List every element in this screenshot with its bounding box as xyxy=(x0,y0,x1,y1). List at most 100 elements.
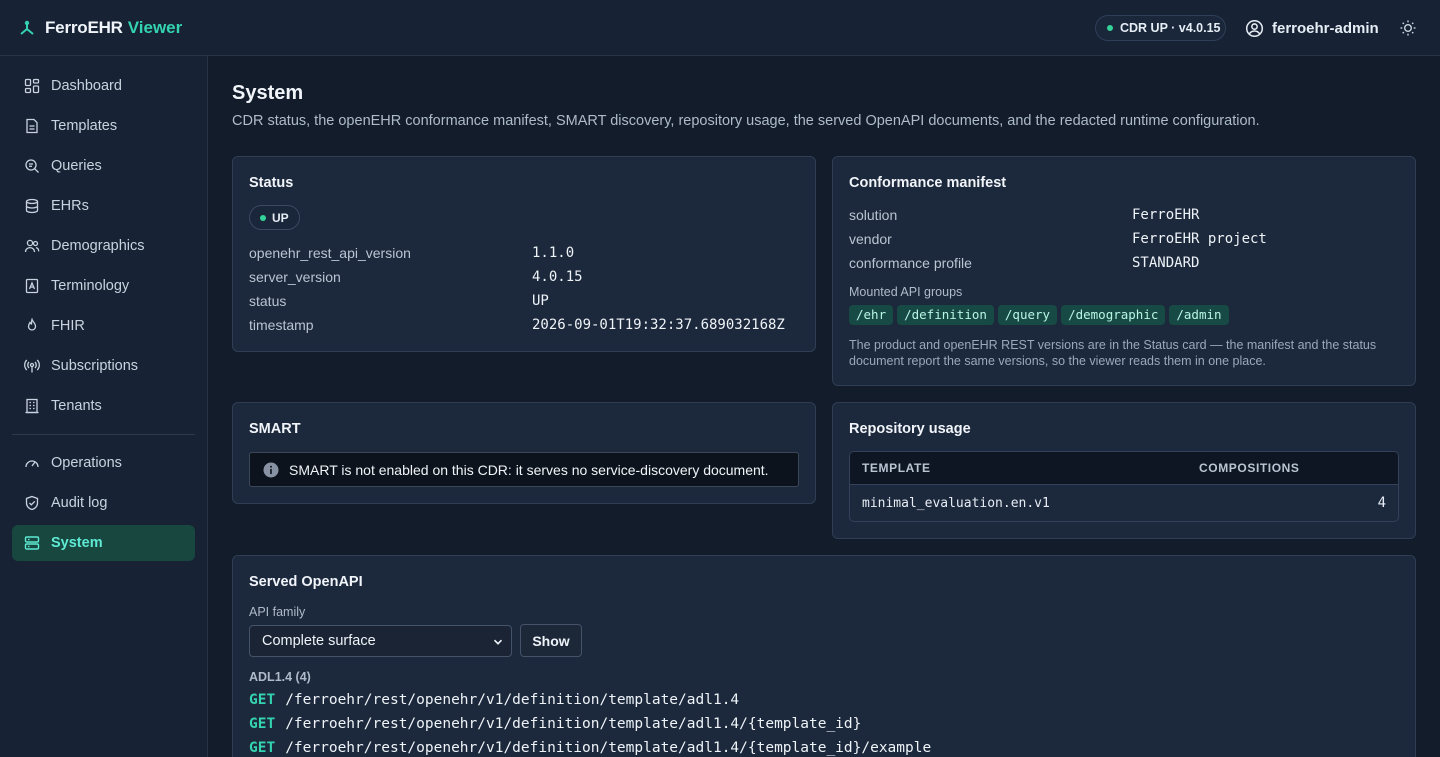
status-card-title: Status xyxy=(249,175,294,191)
http-method: GET xyxy=(249,716,276,732)
status-dot-icon xyxy=(260,214,266,221)
smart-card: SMART SMART is not enabled on this CDR: … xyxy=(232,402,816,504)
username: ferroehr-admin xyxy=(1272,19,1379,37)
endpoint-path: /ferroehr/rest/openehr/v1/definition/tem… xyxy=(285,716,862,732)
http-method: GET xyxy=(249,692,276,708)
sidebar-item-audit-log[interactable]: Audit log xyxy=(12,485,195,521)
ehrs-icon xyxy=(25,198,39,214)
demographics-icon xyxy=(24,239,40,253)
api-family-selected-value: Complete surface xyxy=(262,633,376,649)
sidebar-item-demographics[interactable]: Demographics xyxy=(12,228,195,264)
status-row-value: 2026-09-01T19:32:37.689032168Z xyxy=(532,317,785,333)
sidebar-item-subscriptions[interactable]: Subscriptions xyxy=(12,348,195,384)
status-row-label: openehr_rest_api_version xyxy=(249,245,411,261)
table-header: TEMPLATE COMPOSITIONS xyxy=(850,452,1398,485)
fhir-icon xyxy=(27,318,37,331)
repository-table: TEMPLATE COMPOSITIONS minimal_evaluation… xyxy=(849,451,1399,522)
column-header-compositions[interactable]: COMPOSITIONS xyxy=(1199,461,1300,475)
conformance-note: The product and openEHR REST versions ar… xyxy=(849,338,1377,368)
page-subtitle: CDR status, the openEHR conformance mani… xyxy=(232,113,1260,129)
status-badge: UP xyxy=(249,205,300,230)
api-group-chip: /definition xyxy=(897,305,994,325)
templates-icon xyxy=(26,118,38,134)
api-groups: /ehr /definition /query /demographic /ad… xyxy=(849,305,1233,325)
repository-card-title: Repository usage xyxy=(849,421,971,437)
column-header-template[interactable]: TEMPLATE xyxy=(862,461,931,475)
sidebar-item-label: Subscriptions xyxy=(51,358,139,374)
dashboard-icon xyxy=(24,78,40,94)
status-row-value: UP xyxy=(532,293,549,309)
sidebar-item-system[interactable]: System xyxy=(12,525,195,561)
status-row-label: status xyxy=(249,293,287,309)
sidebar-item-label: FHIR xyxy=(51,318,85,334)
sidebar-divider xyxy=(12,434,195,435)
status-card: Status UP openehr_rest_api_version 1.1.0… xyxy=(232,156,816,352)
sidebar-item-fhir[interactable]: FHIR xyxy=(12,308,195,344)
endpoint-path: /ferroehr/rest/openehr/v1/definition/tem… xyxy=(285,692,740,708)
api-family-label: API family xyxy=(249,605,306,619)
status-row-value: 4.0.15 xyxy=(532,269,583,285)
user-menu[interactable]: ferroehr-admin xyxy=(1245,17,1379,39)
sidebar-item-label: Templates xyxy=(51,118,118,134)
conformance-card-title: Conformance manifest xyxy=(849,175,1007,191)
status-row-label: timestamp xyxy=(249,317,314,333)
compositions-count-cell: 4 xyxy=(1377,495,1386,511)
openapi-card-title: Served OpenAPI xyxy=(249,574,363,590)
api-group-chip: /query xyxy=(997,305,1058,325)
endpoint-row[interactable]: GET/ferroehr/rest/openehr/v1/definition/… xyxy=(249,692,739,708)
top-bar: FerroEHR Viewer CDR UP · v4.0.15 ferroeh… xyxy=(0,0,1440,56)
sidebar-item-label: System xyxy=(51,535,103,551)
cdr-status-badge: CDR UP · v4.0.15 xyxy=(1095,15,1226,41)
status-row-label: server_version xyxy=(249,269,341,285)
api-group-chip: /admin xyxy=(1169,305,1229,325)
brand[interactable]: FerroEHR Viewer xyxy=(18,17,182,39)
chevron-down-icon xyxy=(493,639,503,645)
api-groups-label: Mounted API groups xyxy=(849,285,963,299)
sidebar-item-label: EHRs xyxy=(51,198,89,214)
status-badge-text: UP xyxy=(272,210,289,225)
show-button[interactable]: Show xyxy=(520,624,582,657)
theme-toggle-sun-icon[interactable] xyxy=(1399,19,1417,37)
sidebar: Dashboard Templates Queries EHRs Demogra… xyxy=(0,56,208,757)
sidebar-item-label: Terminology xyxy=(51,278,130,294)
endpoint-path: /ferroehr/rest/openehr/v1/definition/tem… xyxy=(285,740,932,756)
api-family-select[interactable]: Complete surface xyxy=(249,625,512,657)
endpoint-row[interactable]: GET/ferroehr/rest/openehr/v1/definition/… xyxy=(249,716,861,732)
conformance-row-value: FerroEHR xyxy=(1132,207,1200,223)
http-method: GET xyxy=(249,740,276,756)
api-group-chip: /demographic xyxy=(1061,305,1166,325)
subscriptions-icon xyxy=(24,359,40,373)
conformance-row-label: conformance profile xyxy=(849,255,972,271)
smart-message: SMART is not enabled on this CDR: it ser… xyxy=(289,461,769,478)
user-avatar-icon xyxy=(1245,19,1264,37)
sidebar-item-templates[interactable]: Templates xyxy=(12,108,195,144)
system-icon xyxy=(24,536,40,550)
sidebar-item-label: Operations xyxy=(51,455,122,471)
sidebar-item-operations[interactable]: Operations xyxy=(12,445,195,481)
sidebar-item-ehrs[interactable]: EHRs xyxy=(12,188,195,224)
audit-log-icon xyxy=(25,495,39,511)
sidebar-item-label: Dashboard xyxy=(51,78,122,94)
api-group-heading: ADL1.4 (4) xyxy=(249,670,311,684)
table-row[interactable]: minimal_evaluation.en.v1 4 xyxy=(850,485,1398,521)
template-id-cell: minimal_evaluation.en.v1 xyxy=(862,495,1050,511)
conformance-row-value: STANDARD xyxy=(1132,255,1200,271)
sidebar-item-queries[interactable]: Queries xyxy=(12,148,195,184)
brand-logo-icon xyxy=(20,20,34,35)
served-openapi-card: Served OpenAPI API family Complete surfa… xyxy=(232,555,1416,757)
queries-icon xyxy=(25,159,39,173)
conformance-card: Conformance manifest solution FerroEHR v… xyxy=(832,156,1416,386)
operations-icon xyxy=(25,460,39,468)
sidebar-item-label: Demographics xyxy=(51,238,145,254)
status-row-value: 1.1.0 xyxy=(532,245,575,261)
sidebar-item-terminology[interactable]: Terminology xyxy=(12,268,195,304)
sidebar-item-label: Queries xyxy=(51,158,102,174)
smart-card-title: SMART xyxy=(249,421,301,437)
sidebar-item-label: Audit log xyxy=(51,495,108,511)
conformance-row-label: solution xyxy=(849,207,898,223)
status-dot-icon xyxy=(1107,25,1113,31)
sidebar-item-dashboard[interactable]: Dashboard xyxy=(12,68,195,104)
smart-info-alert: SMART is not enabled on this CDR: it ser… xyxy=(249,452,799,487)
sidebar-item-tenants[interactable]: Tenants xyxy=(12,388,195,424)
endpoint-row[interactable]: GET/ferroehr/rest/openehr/v1/definition/… xyxy=(249,740,931,756)
